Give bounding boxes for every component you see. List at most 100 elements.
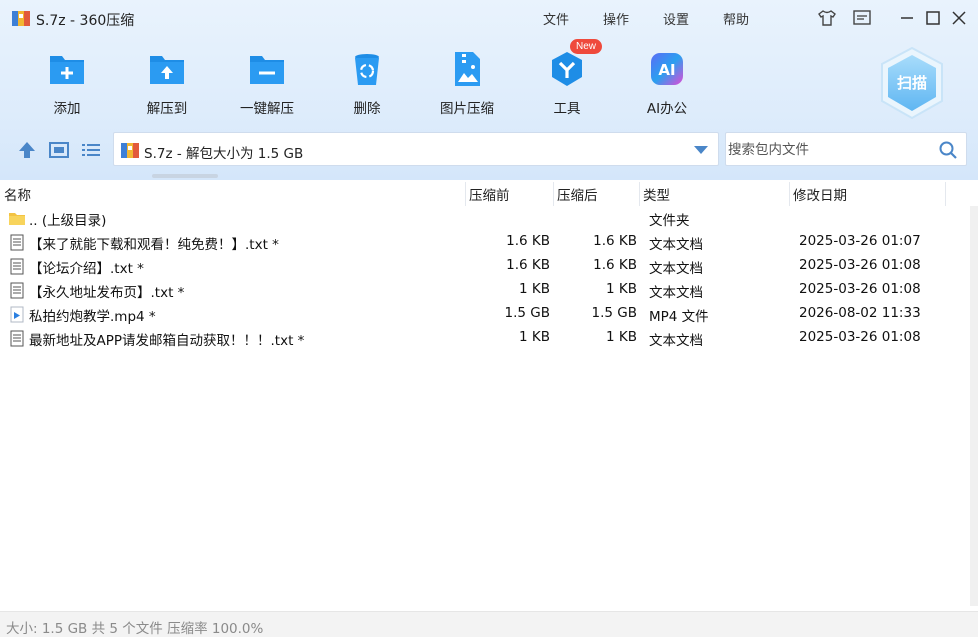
column-divider[interactable] — [789, 182, 790, 206]
tools-icon — [552, 52, 582, 86]
size-after: 1.5 GB — [591, 305, 637, 321]
one-click-extract-label: 一键解压 — [240, 101, 294, 117]
new-badge: New — [570, 39, 602, 54]
skin-shirt-icon[interactable] — [817, 8, 837, 28]
file-name: 【论坛介绍】.txt * — [29, 261, 144, 277]
column-divider[interactable] — [553, 182, 554, 206]
extract-to-label: 解压到 — [146, 101, 188, 117]
list-item[interactable]: 【来了就能下载和观看！纯免费！】.txt * 1.6 KB 1.6 KB 文本文… — [0, 230, 970, 254]
image-compress-icon — [455, 52, 480, 86]
column-divider[interactable] — [639, 182, 640, 206]
list-item[interactable]: 【论坛介绍】.txt * 1.6 KB 1.6 KB 文本文档 2025-03-… — [0, 254, 970, 278]
file-type: 文件夹 — [649, 213, 690, 229]
column-after[interactable]: 压缩后 — [557, 184, 598, 204]
text-file-icon — [10, 330, 24, 347]
modified-date: 2026-08-02 11:33 — [799, 305, 921, 321]
window-title: S.7z - 360压缩 — [36, 13, 135, 29]
file-type: MP4 文件 — [649, 309, 709, 325]
search-box[interactable] — [725, 132, 967, 166]
feedback-message-icon[interactable] — [852, 8, 872, 28]
list-item[interactable]: .. (上级目录) 文件夹 — [0, 206, 970, 230]
tools-button[interactable]: 工具 — [522, 46, 612, 118]
list-item[interactable]: 最新地址及APP请发邮箱自动获取！！！.txt * 1 KB 1 KB 文本文档… — [0, 326, 970, 350]
file-name: 最新地址及APP请发邮箱自动获取！！！.txt * — [29, 333, 305, 349]
size-before: 1.6 KB — [506, 257, 550, 273]
text-file-icon — [10, 234, 24, 251]
list-item[interactable]: 【永久地址发布页】.txt * 1 KB 1 KB 文本文档 2025-03-2… — [0, 278, 970, 302]
column-divider[interactable] — [945, 182, 946, 206]
text-file-icon — [10, 258, 24, 275]
size-after: 1 KB — [606, 281, 637, 297]
video-file-icon — [10, 306, 24, 323]
column-name[interactable]: 名称 — [4, 184, 31, 204]
text-file-icon — [10, 282, 24, 299]
file-name: 【永久地址发布页】.txt * — [29, 285, 185, 301]
file-type: 文本文档 — [649, 237, 703, 253]
delete-label: 删除 — [353, 101, 381, 117]
file-name: 私拍约炮教学.mp4 * — [29, 309, 156, 325]
ai-office-icon: AI — [651, 53, 683, 85]
list-view-icon[interactable] — [80, 140, 102, 160]
menu-help[interactable]: 帮助 — [723, 9, 749, 28]
modified-date: 2025-03-26 01:07 — [799, 233, 921, 249]
size-after: 1.6 KB — [593, 233, 637, 249]
up-directory-icon[interactable] — [16, 140, 38, 160]
vertical-scrollbar[interactable] — [970, 206, 978, 606]
tools-label: 工具 — [553, 101, 581, 117]
scan-label: 扫描 — [896, 74, 927, 92]
chevron-down-icon[interactable] — [694, 146, 708, 154]
size-before: 1 KB — [519, 329, 550, 345]
menu-operate[interactable]: 操作 — [603, 9, 629, 28]
extract-to-button[interactable]: 解压到 — [122, 46, 212, 118]
menu-settings[interactable]: 设置 — [663, 9, 689, 28]
modified-date: 2025-03-26 01:08 — [799, 257, 921, 273]
minimize-icon[interactable] — [897, 8, 917, 28]
one-click-extract-icon — [250, 56, 284, 84]
size-before: 1.6 KB — [506, 233, 550, 249]
status-text: 大小: 1.5 GB 共 5 个文件 压缩率 100.0% — [6, 621, 264, 637]
file-type: 文本文档 — [649, 333, 703, 349]
one-click-extract-button[interactable]: 一键解压 — [222, 46, 312, 118]
modified-date: 2025-03-26 01:08 — [799, 281, 921, 297]
folder-icon — [9, 213, 25, 225]
extract-folder-icon — [150, 56, 184, 84]
toolbar-scroll-indicator — [152, 174, 218, 178]
archive-file-icon — [121, 143, 139, 158]
file-type: 文本文档 — [649, 261, 703, 277]
column-date[interactable]: 修改日期 — [793, 184, 847, 204]
status-bar: 大小: 1.5 GB 共 5 个文件 压缩率 100.0% — [0, 611, 978, 637]
ai-office-label: AI办公 — [646, 101, 688, 117]
svg-text:AI: AI — [658, 61, 675, 79]
menu-file[interactable]: 文件 — [543, 9, 569, 28]
address-bar[interactable]: S.7z - 解包大小为 1.5 GB — [113, 132, 719, 166]
add-button[interactable]: 添加 — [22, 46, 112, 118]
add-label: 添加 — [53, 101, 81, 117]
close-icon[interactable] — [949, 8, 969, 28]
search-input[interactable] — [728, 139, 928, 161]
thumbnail-view-icon[interactable] — [48, 140, 70, 160]
image-compress-button[interactable]: 图片压缩 — [422, 46, 512, 118]
size-before: 1 KB — [519, 281, 550, 297]
search-icon[interactable] — [938, 140, 958, 160]
modified-date: 2025-03-26 01:08 — [799, 329, 921, 345]
column-type[interactable]: 类型 — [643, 184, 670, 204]
column-before[interactable]: 压缩前 — [469, 184, 510, 204]
size-after: 1 KB — [606, 329, 637, 345]
add-folder-icon — [50, 56, 84, 84]
recycle-bin-icon — [355, 54, 379, 85]
column-divider[interactable] — [465, 182, 466, 206]
archive-app-icon — [12, 11, 30, 26]
scan-button[interactable]: 扫描 — [878, 45, 946, 121]
list-item[interactable]: 私拍约炮教学.mp4 * 1.5 GB 1.5 GB MP4 文件 2026-0… — [0, 302, 970, 326]
file-name: .. (上级目录) — [29, 213, 107, 229]
file-type: 文本文档 — [649, 285, 703, 301]
size-after: 1.6 KB — [593, 257, 637, 273]
title-bar: S.7z - 360压缩 文件 操作 设置 帮助 — [0, 0, 978, 36]
maximize-icon[interactable] — [923, 8, 943, 28]
address-path: S.7z - 解包大小为 1.5 GB — [144, 146, 304, 162]
file-name: 【来了就能下载和观看！纯免费！】.txt * — [29, 237, 279, 253]
size-before: 1.5 GB — [504, 305, 550, 321]
image-compress-label: 图片压缩 — [440, 101, 494, 117]
ai-office-button[interactable]: AI AI办公 — [622, 46, 712, 118]
delete-button[interactable]: 删除 — [322, 46, 412, 118]
